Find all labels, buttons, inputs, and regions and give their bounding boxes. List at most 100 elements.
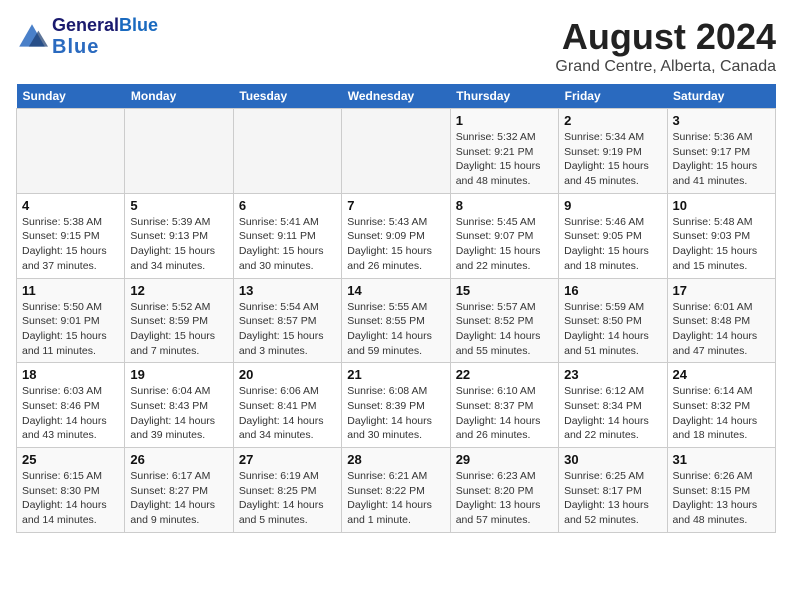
day-number: 8 [456, 198, 553, 213]
calendar-cell: 22 Sunrise: 6:10 AMSunset: 8:37 PMDayligh… [450, 363, 558, 448]
header-tuesday: Tuesday [233, 84, 341, 109]
day-info: Sunrise: 6:04 AMSunset: 8:43 PMDaylight:… [130, 384, 227, 443]
day-number: 16 [564, 283, 661, 298]
calendar-cell: 16Sunrise: 5:59 AMSunset: 8:50 PMDayligh… [559, 278, 667, 363]
day-info: Sunrise: 6:23 AMSunset: 8:20 PMDaylight:… [456, 469, 553, 528]
day-number: 19 [130, 367, 227, 382]
title-block: August 2024 Grand Centre, Alberta, Canad… [555, 16, 776, 76]
day-info: Sunrise: 6:01 AMSunset: 8:48 PMDaylight:… [673, 300, 770, 359]
day-info: Sunrise: 5:36 AMSunset: 9:17 PMDaylight:… [673, 130, 770, 189]
logo: GeneralBlue Blue [16, 16, 158, 58]
day-number: 22 [456, 367, 553, 382]
header-saturday: Saturday [667, 84, 775, 109]
day-number: 12 [130, 283, 227, 298]
day-info: Sunrise: 5:34 AMSunset: 9:19 PMDaylight:… [564, 130, 661, 189]
day-number: 31 [673, 452, 770, 467]
calendar-cell: 1 Sunrise: 5:32 AMSunset: 9:21 PMDaylight… [450, 109, 558, 194]
logo-icon [16, 21, 48, 53]
calendar-cell: 8Sunrise: 5:45 AMSunset: 9:07 PMDaylight… [450, 193, 558, 278]
day-info: Sunrise: 5:52 AMSunset: 8:59 PMDaylight:… [130, 300, 227, 359]
day-number: 20 [239, 367, 336, 382]
day-number: 14 [347, 283, 444, 298]
calendar-week-4: 18 Sunrise: 6:03 AMSunset: 8:46 PMDayligh… [17, 363, 776, 448]
page-header: GeneralBlue Blue August 2024 Grand Centr… [16, 16, 776, 76]
day-info: Sunrise: 6:17 AMSunset: 8:27 PMDaylight:… [130, 469, 227, 528]
day-number: 1 [456, 113, 553, 128]
day-number: 27 [239, 452, 336, 467]
day-info: Sunrise: 5:50 AMSunset: 9:01 PMDaylight:… [22, 300, 119, 359]
day-number: 23 [564, 367, 661, 382]
day-info: Sunrise: 5:55 AMSunset: 8:55 PMDaylight:… [347, 300, 444, 359]
calendar-cell: 2 Sunrise: 5:34 AMSunset: 9:19 PMDaylight… [559, 109, 667, 194]
day-info: Sunrise: 5:54 AMSunset: 8:57 PMDaylight:… [239, 300, 336, 359]
calendar-title: August 2024 [555, 16, 776, 58]
day-info: Sunrise: 5:57 AMSunset: 8:52 PMDaylight:… [456, 300, 553, 359]
header-monday: Monday [125, 84, 233, 109]
day-info: Sunrise: 5:48 AMSunset: 9:03 PMDaylight:… [673, 215, 770, 274]
day-number: 25 [22, 452, 119, 467]
header-wednesday: Wednesday [342, 84, 450, 109]
day-info: Sunrise: 6:08 AMSunset: 8:39 PMDaylight:… [347, 384, 444, 443]
calendar-cell: 15 Sunrise: 5:57 AMSunset: 8:52 PMDayligh… [450, 278, 558, 363]
day-number: 30 [564, 452, 661, 467]
calendar-cell: 11 Sunrise: 5:50 AMSunset: 9:01 PMDayligh… [17, 278, 125, 363]
calendar-cell: 7 Sunrise: 5:43 AMSunset: 9:09 PMDaylight… [342, 193, 450, 278]
calendar-cell: 29 Sunrise: 6:23 AMSunset: 8:20 PMDayligh… [450, 448, 558, 533]
day-number: 7 [347, 198, 444, 213]
day-info: Sunrise: 5:38 AMSunset: 9:15 PMDaylight:… [22, 215, 119, 274]
day-info: Sunrise: 6:19 AMSunset: 8:25 PMDaylight:… [239, 469, 336, 528]
calendar-cell: 24Sunrise: 6:14 AMSunset: 8:32 PMDayligh… [667, 363, 775, 448]
day-info: Sunrise: 6:12 AMSunset: 8:34 PMDaylight:… [564, 384, 661, 443]
calendar-cell [125, 109, 233, 194]
calendar-cell: 23 Sunrise: 6:12 AMSunset: 8:34 PMDayligh… [559, 363, 667, 448]
day-number: 28 [347, 452, 444, 467]
day-number: 26 [130, 452, 227, 467]
day-info: Sunrise: 6:26 AMSunset: 8:15 PMDaylight:… [673, 469, 770, 528]
header-sunday: Sunday [17, 84, 125, 109]
day-info: Sunrise: 5:41 AMSunset: 9:11 PMDaylight:… [239, 215, 336, 274]
day-info: Sunrise: 6:03 AMSunset: 8:46 PMDaylight:… [22, 384, 119, 443]
day-number: 29 [456, 452, 553, 467]
calendar-cell [233, 109, 341, 194]
calendar-cell: 28 Sunrise: 6:21 AMSunset: 8:22 PMDayligh… [342, 448, 450, 533]
day-number: 9 [564, 198, 661, 213]
calendar-table: SundayMondayTuesdayWednesdayThursdayFrid… [16, 84, 776, 533]
day-info: Sunrise: 6:25 AMSunset: 8:17 PMDaylight:… [564, 469, 661, 528]
day-info: Sunrise: 6:10 AMSunset: 8:37 PMDaylight:… [456, 384, 553, 443]
calendar-week-1: 1 Sunrise: 5:32 AMSunset: 9:21 PMDaylight… [17, 109, 776, 194]
calendar-header-row: SundayMondayTuesdayWednesdayThursdayFrid… [17, 84, 776, 109]
day-number: 6 [239, 198, 336, 213]
day-info: Sunrise: 5:39 AMSunset: 9:13 PMDaylight:… [130, 215, 227, 274]
header-thursday: Thursday [450, 84, 558, 109]
calendar-week-5: 25Sunrise: 6:15 AMSunset: 8:30 PMDayligh… [17, 448, 776, 533]
calendar-cell: 9 Sunrise: 5:46 AMSunset: 9:05 PMDaylight… [559, 193, 667, 278]
day-number: 10 [673, 198, 770, 213]
day-info: Sunrise: 6:21 AMSunset: 8:22 PMDaylight:… [347, 469, 444, 528]
calendar-cell: 27 Sunrise: 6:19 AMSunset: 8:25 PMDayligh… [233, 448, 341, 533]
calendar-cell [342, 109, 450, 194]
calendar-week-2: 4Sunrise: 5:38 AMSunset: 9:15 PMDaylight… [17, 193, 776, 278]
calendar-cell: 26 Sunrise: 6:17 AMSunset: 8:27 PMDayligh… [125, 448, 233, 533]
day-number: 15 [456, 283, 553, 298]
calendar-cell: 10 Sunrise: 5:48 AMSunset: 9:03 PMDayligh… [667, 193, 775, 278]
day-info: Sunrise: 5:43 AMSunset: 9:09 PMDaylight:… [347, 215, 444, 274]
calendar-cell: 19 Sunrise: 6:04 AMSunset: 8:43 PMDayligh… [125, 363, 233, 448]
calendar-cell: 30 Sunrise: 6:25 AMSunset: 8:17 PMDayligh… [559, 448, 667, 533]
day-info: Sunrise: 5:46 AMSunset: 9:05 PMDaylight:… [564, 215, 661, 274]
day-number: 2 [564, 113, 661, 128]
day-number: 11 [22, 283, 119, 298]
day-number: 5 [130, 198, 227, 213]
day-number: 24 [673, 367, 770, 382]
day-info: Sunrise: 5:32 AMSunset: 9:21 PMDaylight:… [456, 130, 553, 189]
day-number: 18 [22, 367, 119, 382]
calendar-cell: 4Sunrise: 5:38 AMSunset: 9:15 PMDaylight… [17, 193, 125, 278]
calendar-cell [17, 109, 125, 194]
day-info: Sunrise: 6:06 AMSunset: 8:41 PMDaylight:… [239, 384, 336, 443]
calendar-cell: 3 Sunrise: 5:36 AMSunset: 9:17 PMDaylight… [667, 109, 775, 194]
day-number: 13 [239, 283, 336, 298]
calendar-cell: 21Sunrise: 6:08 AMSunset: 8:39 PMDayligh… [342, 363, 450, 448]
day-number: 3 [673, 113, 770, 128]
calendar-subtitle: Grand Centre, Alberta, Canada [555, 58, 776, 76]
logo-text: GeneralBlue Blue [52, 16, 158, 58]
calendar-week-3: 11 Sunrise: 5:50 AMSunset: 9:01 PMDayligh… [17, 278, 776, 363]
